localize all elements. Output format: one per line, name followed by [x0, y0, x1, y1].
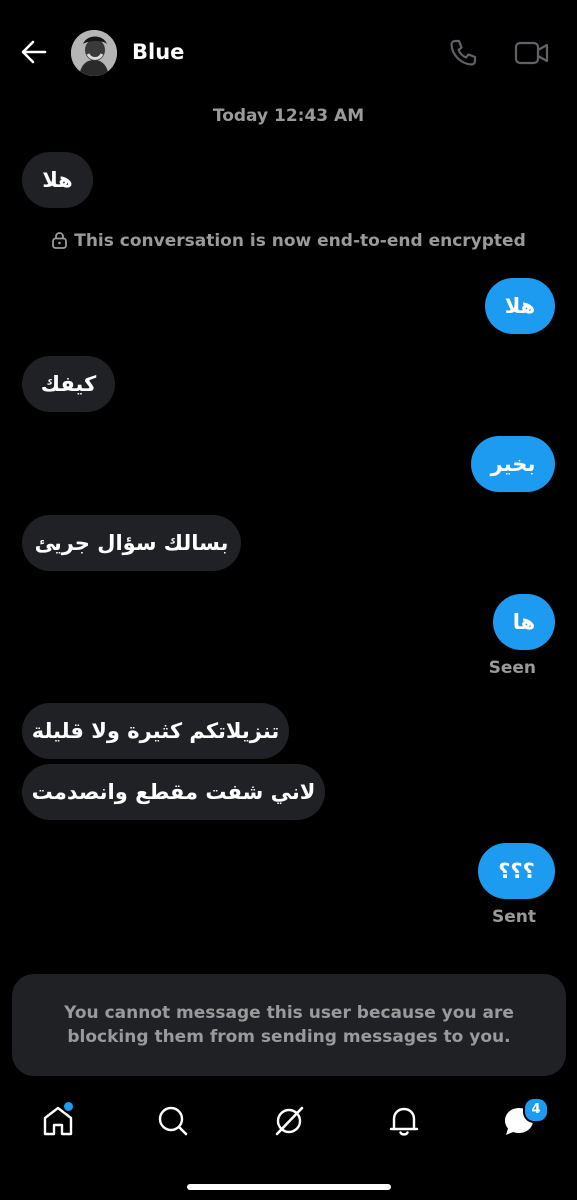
blocked-notice-text: You cannot message this user because you… [64, 1003, 514, 1047]
message-text: بخير [490, 452, 536, 476]
back-arrow-icon [21, 40, 47, 64]
message-bubble-sent[interactable]: هلا [485, 278, 555, 334]
encryption-notice-text: This conversation is now end-to-end encr… [74, 231, 526, 251]
nav-notifications[interactable] [384, 1101, 424, 1141]
message-bubble-sent[interactable]: ؟؟؟ [478, 843, 555, 899]
lock-icon [52, 232, 68, 249]
message-bubble-received[interactable]: بسالك سؤال جريئ [22, 515, 241, 571]
blocked-notice: You cannot message this user because you… [12, 974, 566, 1076]
video-call-button[interactable] [513, 36, 551, 70]
nav-home[interactable] [38, 1100, 78, 1141]
nav-search[interactable] [153, 1101, 193, 1141]
phone-icon [450, 39, 477, 66]
home-indicator[interactable] [187, 1184, 391, 1190]
message-text: تنزيلاتكم كثيرة ولا قليلة [31, 719, 280, 743]
nav-messages[interactable]: 4 [499, 1097, 549, 1141]
message-bubble-received[interactable]: لاني شفت مقطع وانصدمت [22, 764, 325, 820]
search-icon [158, 1106, 188, 1136]
message-status-sent: Sent [491, 907, 536, 927]
voice-call-button[interactable] [446, 36, 480, 70]
message-text: هلا [504, 294, 536, 318]
message-bubble-sent[interactable]: ها [493, 594, 555, 650]
back-button[interactable] [14, 36, 54, 68]
message-bubble-received[interactable]: هلا [22, 152, 93, 208]
message-status-seen: Seen [488, 658, 536, 678]
conversation-timestamp: Today 12:43 AM [212, 106, 365, 126]
encryption-notice: This conversation is now end-to-end encr… [0, 229, 577, 253]
message-bubble-received[interactable]: كيفك [22, 356, 115, 412]
message-text: كيفك [40, 372, 97, 396]
message-text: ها [512, 610, 536, 634]
notifications-icon [389, 1107, 419, 1136]
profile-photo [71, 30, 117, 76]
message-text: هلا [42, 168, 73, 192]
message-bubble-received[interactable]: تنزيلاتكم كثيرة ولا قليلة [22, 703, 289, 759]
message-text: ؟؟؟ [498, 859, 535, 883]
messages-badge: 4 [523, 1097, 549, 1123]
nav-grok[interactable] [269, 1101, 309, 1141]
message-text: بسالك سؤال جريئ [34, 531, 229, 555]
home-notification-dot [62, 1100, 75, 1113]
avatar[interactable] [71, 30, 117, 76]
video-camera-icon [514, 41, 549, 65]
grok-icon [275, 1106, 304, 1136]
message-text: لاني شفت مقطع وانصدمت [31, 780, 316, 804]
message-bubble-sent[interactable]: بخير [471, 436, 555, 492]
contact-name[interactable]: Blue [132, 38, 184, 66]
